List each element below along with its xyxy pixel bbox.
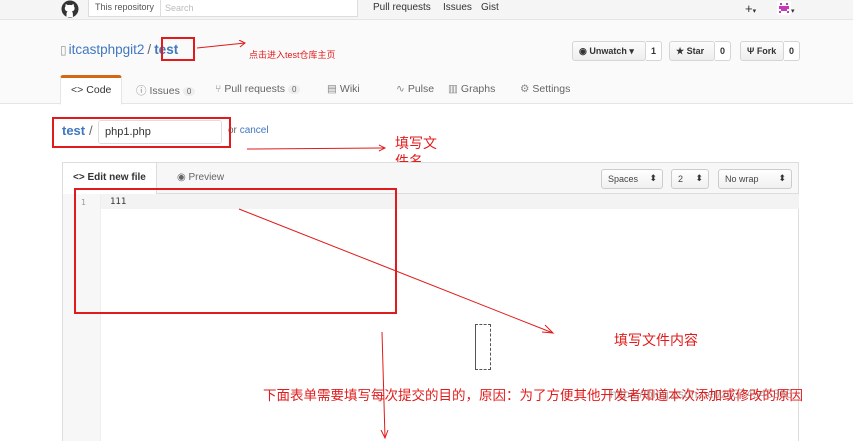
unwatch-label: Unwatch	[589, 46, 627, 56]
line-number: 1	[81, 198, 86, 207]
wrap-mode-value: No wrap	[725, 174, 759, 184]
site-header: This repository Pull requests Issues Gis…	[0, 0, 853, 20]
or-label: or	[228, 125, 237, 136]
chevron-down-icon: ▾	[629, 46, 634, 56]
eye-icon: ◉	[579, 46, 587, 56]
filename-annotation-line1: 填写文	[395, 136, 437, 152]
indent-mode-select[interactable]: Spaces ⬍	[601, 169, 663, 189]
commit-annotation-note: 下面表单需要填写每次提交的目的，原因：为了方便其他开发者知道本次添加或修改的原因	[263, 388, 803, 404]
filename-input[interactable]	[98, 120, 222, 144]
star-button[interactable]: ★ Star	[669, 41, 715, 61]
user-avatar-icon	[777, 1, 791, 15]
tab-wiki[interactable]: ▤ Wiki	[317, 75, 370, 105]
nav-pull-requests[interactable]: Pull requests	[373, 2, 431, 13]
fork-label: Fork	[756, 46, 777, 56]
star-label: Star	[686, 46, 705, 56]
tab-pulse-label: Pulse	[407, 83, 435, 95]
editor-toolbar: <> Edit new file ◉ Preview Spaces ⬍ 2 ⬍ No…	[62, 162, 799, 195]
eye-icon: ◉	[177, 172, 186, 183]
line-gutter: 1	[63, 194, 101, 441]
tab-edit-label: Edit new file	[87, 172, 146, 183]
annotation-arrow	[196, 40, 246, 49]
code-icon: <>	[71, 84, 84, 96]
star-count[interactable]: 0	[715, 41, 732, 61]
repo-title-separator: /	[147, 42, 152, 57]
tab-code-label: Code	[86, 84, 112, 96]
user-menu-button[interactable]: ▾	[777, 1, 795, 16]
cancel-link[interactable]: cancel	[240, 125, 269, 136]
unwatch-button[interactable]: ◉ Unwatch ▾	[572, 41, 646, 61]
new-menu-button[interactable]: +▾	[745, 1, 756, 16]
breadcrumb-separator: /	[89, 123, 93, 138]
indent-size-select[interactable]: 2 ⬍	[671, 169, 709, 189]
fork-button[interactable]: Ψ Fork	[740, 41, 784, 61]
breadcrumb-repo-link[interactable]: test	[62, 123, 85, 138]
graph-icon: ▥	[448, 83, 458, 95]
fork-icon: Ψ	[747, 46, 755, 56]
tab-edit-new-file[interactable]: <> Edit new file	[63, 163, 157, 195]
annotation-arrow	[238, 208, 555, 334]
select-arrows-icon: ⬍	[649, 173, 657, 183]
github-octocat-icon[interactable]	[60, 0, 80, 18]
pulse-icon: ∿	[396, 83, 405, 95]
chevron-down-icon: ▾	[791, 8, 795, 15]
tab-pull-requests[interactable]: ⑂ Pull requests 0	[205, 75, 310, 105]
code-icon: <>	[73, 172, 85, 183]
pull-requests-count-badge: 0	[288, 85, 301, 94]
or-cancel-text: or cancel	[228, 125, 269, 136]
tab-preview-label: Preview	[188, 172, 225, 183]
repo-annotation-note: 点击进入test仓库主页	[249, 50, 336, 60]
wrap-mode-select[interactable]: No wrap ⬍	[718, 169, 792, 189]
tab-wiki-label: Wiki	[339, 83, 360, 95]
plus-icon: +	[745, 1, 753, 16]
code-line[interactable]: 111	[110, 197, 126, 207]
indent-mode-value: Spaces	[608, 174, 639, 184]
repo-icon: ▯	[60, 43, 67, 57]
issues-count-badge: 0	[182, 87, 196, 96]
repo-name-link[interactable]: test	[154, 42, 178, 57]
tab-preview[interactable]: ◉ Preview	[167, 163, 234, 194]
content-annotation-note: 填写文件内容	[614, 333, 698, 349]
search-scope-label[interactable]: This repository	[89, 0, 161, 16]
repo-title: ▯ itcastphpgit2/test	[60, 42, 178, 57]
book-icon: ▤	[327, 83, 337, 95]
pull-request-icon: ⑂	[215, 83, 222, 95]
nav-gist[interactable]: Gist	[481, 2, 499, 13]
tab-pull-requests-label: Pull requests	[224, 83, 286, 95]
issue-icon: ⓘ	[136, 85, 147, 97]
select-arrows-icon: ⬍	[778, 173, 786, 183]
tab-settings-label: Settings	[532, 83, 571, 95]
watch-count[interactable]: 1	[646, 41, 663, 61]
tab-graphs[interactable]: ▥ Graphs	[438, 75, 505, 105]
tab-settings[interactable]: ⚙ Settings	[510, 75, 580, 105]
chevron-down-icon: ▾	[752, 8, 757, 15]
tab-issues[interactable]: ⓘ Issues 0	[126, 75, 205, 105]
text-cursor-icon	[475, 324, 491, 370]
star-icon: ★	[676, 46, 685, 56]
tab-pulse[interactable]: ∿ Pulse	[386, 75, 444, 105]
repo-owner-link[interactable]: itcastphpgit2	[69, 42, 145, 57]
repo-header: ▯ itcastphpgit2/test ◉ Unwatch ▾ 1 ★ Star…	[0, 20, 853, 105]
tab-issues-label: Issues	[149, 85, 180, 97]
select-arrows-icon: ⬍	[695, 173, 703, 183]
tab-graphs-label: Graphs	[460, 83, 496, 95]
search-box: This repository	[88, 0, 358, 17]
nav-issues[interactable]: Issues	[443, 2, 472, 13]
indent-size-value: 2	[678, 174, 684, 184]
annotation-arrow	[380, 331, 389, 440]
fork-count[interactable]: 0	[784, 41, 801, 61]
annotation-arrow	[246, 144, 387, 152]
search-input[interactable]	[165, 1, 351, 15]
tab-code[interactable]: <> Code	[60, 75, 123, 105]
gear-icon: ⚙	[520, 83, 530, 95]
